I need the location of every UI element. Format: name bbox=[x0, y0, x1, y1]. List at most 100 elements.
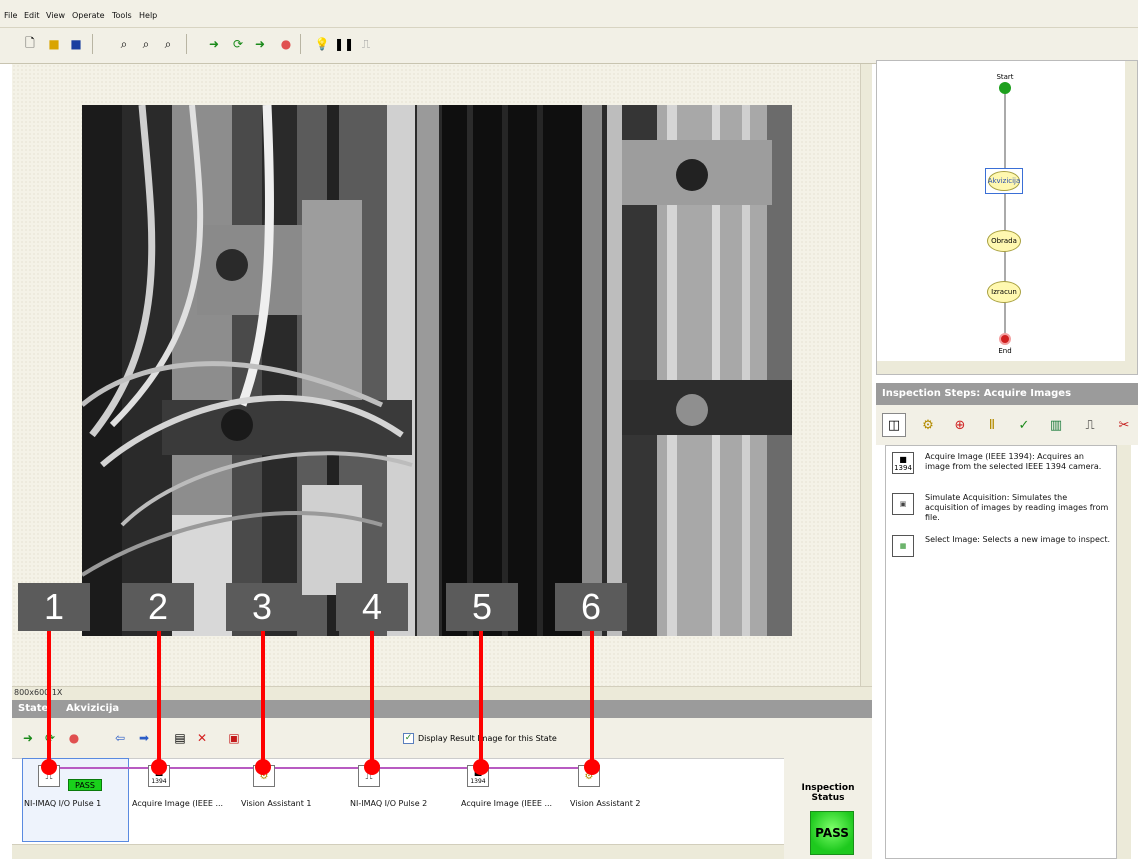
move-right-icon[interactable]: ➡ bbox=[134, 728, 154, 748]
toolbar-separator bbox=[300, 34, 301, 54]
state-label: State bbox=[18, 703, 49, 714]
step-connection-wire bbox=[60, 767, 600, 769]
lightbulb-icon[interactable]: 💡 bbox=[312, 34, 332, 54]
state-name: Akvizicija bbox=[66, 703, 120, 714]
step-label: Vision Assistant 1 bbox=[241, 799, 312, 808]
inspection-steps-tabs: ◫ ⚙ ⊕ Ⅱ ✓ ▥ ⎍ ✂ bbox=[876, 405, 1138, 445]
run-step-icon[interactable]: ➜ bbox=[250, 34, 270, 54]
save-icon[interactable]: ■ bbox=[66, 34, 86, 54]
flow-end-node[interactable] bbox=[999, 333, 1011, 345]
callout-dot-1 bbox=[41, 759, 57, 775]
menu-tools[interactable]: Tools bbox=[112, 11, 132, 20]
callout-line-1 bbox=[47, 630, 51, 765]
menu-bar: File Edit View Operate Tools Help bbox=[0, 0, 1138, 28]
new-icon[interactable]: 🗋 bbox=[20, 34, 40, 54]
menu-help[interactable]: Help bbox=[139, 11, 157, 20]
display-result-checkbox[interactable]: ✓ bbox=[403, 733, 414, 744]
tools-tab-icon[interactable]: ✂ bbox=[1112, 413, 1136, 437]
menu-operate[interactable]: Operate bbox=[72, 11, 105, 20]
flow-start-label: Start bbox=[996, 73, 1014, 81]
zoom-out-icon[interactable]: ⌕ bbox=[136, 34, 156, 54]
zoom-1to1-icon[interactable]: ⌕ bbox=[158, 34, 178, 54]
diagram-vertical-scrollbar[interactable] bbox=[1125, 61, 1137, 361]
callout-badge-1: 1 bbox=[18, 583, 90, 631]
callout-dot-2 bbox=[151, 759, 167, 775]
callout-line-3 bbox=[261, 630, 265, 765]
inspection-status-indicator: PASS bbox=[810, 811, 854, 855]
menu-file[interactable]: File bbox=[4, 11, 17, 20]
state-header: State Akvizicija bbox=[12, 700, 872, 718]
identify-tab-icon[interactable]: ▥ bbox=[1044, 413, 1068, 437]
callout-badge-4: 4 bbox=[336, 583, 408, 631]
inspection-steps-header: Inspection Steps: Acquire Images bbox=[876, 383, 1138, 405]
move-left-icon[interactable]: ⇦ bbox=[110, 728, 130, 748]
zoom-in-icon[interactable]: ⌕ bbox=[114, 34, 134, 54]
inspection-status-panel: Inspection Status PASS bbox=[784, 758, 872, 859]
io-tab-icon[interactable]: ⎍ bbox=[1078, 413, 1102, 437]
camera-1394-icon: ■ 1394 bbox=[892, 452, 914, 474]
image-vertical-scrollbar[interactable] bbox=[860, 64, 872, 700]
camera-image bbox=[82, 105, 792, 636]
diagram-horizontal-scrollbar[interactable] bbox=[877, 361, 1137, 374]
step-label: Acquire Image (IEEE ... bbox=[132, 799, 224, 808]
step-sub-label: 1394 bbox=[470, 777, 486, 785]
step-sub-label: 1394 bbox=[151, 777, 167, 785]
acquire-tab-icon[interactable]: ◫ bbox=[882, 413, 906, 437]
measure-tab-icon[interactable]: Ⅱ bbox=[980, 413, 1004, 437]
properties-icon[interactable]: ▤ bbox=[170, 728, 190, 748]
callout-dot-3 bbox=[255, 759, 271, 775]
add-step-icon[interactable]: ➜ bbox=[18, 728, 38, 748]
callout-dot-5 bbox=[473, 759, 489, 775]
callout-dot-6 bbox=[584, 759, 600, 775]
stop-icon[interactable]: ● bbox=[276, 34, 296, 54]
open-folder-icon[interactable]: ■ bbox=[44, 34, 64, 54]
simulate-acquisition-icon: ▣ bbox=[892, 493, 914, 515]
callout-badge-3: 3 bbox=[226, 583, 298, 631]
icon-sub-label: 1394 bbox=[894, 463, 912, 472]
image-horizontal-scrollbar[interactable] bbox=[12, 686, 872, 700]
locate-tab-icon[interactable]: ⊕ bbox=[948, 413, 972, 437]
callout-line-4 bbox=[370, 630, 374, 765]
step-label: Acquire Image (IEEE ... bbox=[461, 799, 553, 808]
toolbar-separator bbox=[92, 34, 93, 54]
check-tab-icon[interactable]: ✓ bbox=[1012, 413, 1036, 437]
toolbar-separator bbox=[186, 34, 187, 54]
flow-node-akvizicija[interactable]: Akvizicija bbox=[985, 168, 1023, 194]
delete-icon[interactable]: ✕ bbox=[192, 728, 212, 748]
menu-view[interactable]: View bbox=[46, 11, 65, 20]
display-result-label: Display Result Image for this State bbox=[418, 734, 557, 743]
callout-badge-6: 6 bbox=[555, 583, 627, 631]
callout-line-5 bbox=[479, 630, 483, 765]
pass-indicator: PASS bbox=[68, 779, 102, 791]
callout-line-2 bbox=[157, 630, 161, 765]
run-continuous-icon[interactable]: ⟳ bbox=[228, 34, 248, 54]
flow-start-node[interactable] bbox=[999, 82, 1011, 94]
state-toolbar: ➜ ⟳ ● ⇦ ➡ ▤ ✕ ▣ ✓ Display Result Image f… bbox=[12, 718, 872, 758]
list-item-text: Simulate Acquisition: Simulates the acqu… bbox=[925, 493, 1109, 522]
list-item-text: Select Image: Selects a new image to ins… bbox=[925, 535, 1111, 544]
inspection-status-title: Inspection Status bbox=[801, 783, 855, 803]
flow-end-label: End bbox=[998, 347, 1012, 355]
step-label: Vision Assistant 2 bbox=[570, 799, 641, 808]
zoom-level: 800x600 1X bbox=[14, 688, 63, 697]
flow-node-obrada[interactable]: Obrada bbox=[987, 230, 1021, 252]
inspection-steps-scrollbar[interactable] bbox=[1117, 445, 1131, 859]
right-panel-header bbox=[872, 28, 1138, 60]
run-once-icon[interactable]: ➜ bbox=[204, 34, 224, 54]
state-diagram-panel: Start Akvizicija Obrada Izracun End bbox=[876, 60, 1138, 375]
flow-node-izracun[interactable]: Izracun bbox=[987, 281, 1021, 303]
list-item-text: Acquire Image (IEEE 1394): Acquires an i… bbox=[925, 452, 1102, 471]
stop-state-icon[interactable]: ● bbox=[64, 728, 84, 748]
select-image-icon: ▦ bbox=[892, 535, 914, 557]
menu-edit[interactable]: Edit bbox=[24, 11, 40, 20]
process-tab-icon[interactable]: ⚙ bbox=[916, 413, 940, 437]
export-icon[interactable]: ▣ bbox=[224, 728, 244, 748]
steps-horizontal-scrollbar[interactable] bbox=[12, 844, 784, 859]
io-icon[interactable]: ⎍ bbox=[356, 34, 376, 54]
callout-badge-5: 5 bbox=[446, 583, 518, 631]
callout-badge-2: 2 bbox=[122, 583, 194, 631]
flow-node-label: Akvizicija bbox=[988, 171, 1020, 191]
callout-line-6 bbox=[590, 630, 594, 765]
step-label: NI-IMAQ I/O Pulse 1 bbox=[24, 799, 102, 808]
pause-icon[interactable]: ❚❚ bbox=[334, 34, 354, 54]
